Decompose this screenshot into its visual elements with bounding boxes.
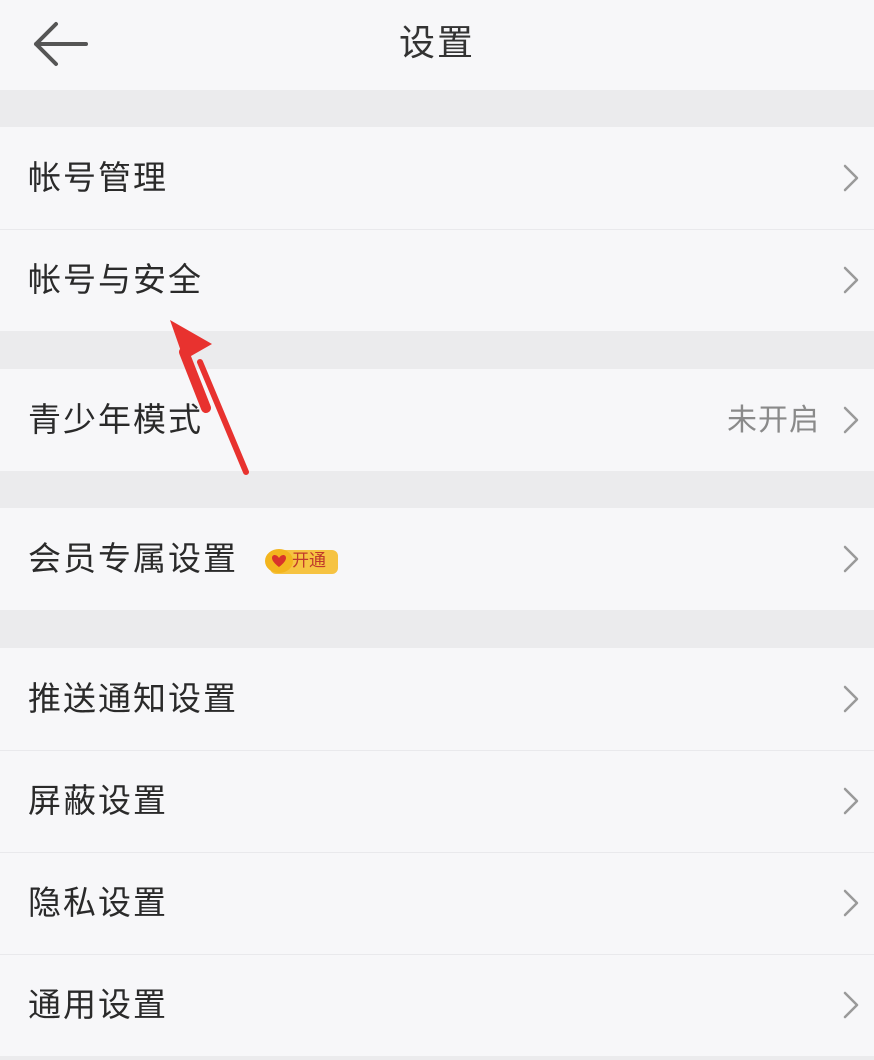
chevron-right-icon (842, 163, 860, 193)
chevron-right-icon (842, 786, 860, 816)
group-general: 推送通知设置 屏蔽设置 隐私设置 通用设置 (0, 648, 874, 1056)
group-vip: 会员专属设置 开通 (0, 508, 874, 610)
chevron-right-icon (842, 265, 860, 295)
settings-item-push-notifications[interactable]: 推送通知设置 (0, 648, 874, 750)
page-title: 设置 (398, 23, 475, 64)
settings-item-label: 青少年模式 (28, 400, 203, 439)
settings-item-label: 屏蔽设置 (28, 781, 168, 820)
settings-item-block[interactable]: 屏蔽设置 (0, 750, 874, 852)
vip-badge-label: 开通 (292, 551, 326, 571)
chevron-right-icon (842, 684, 860, 714)
chevron-right-icon (842, 405, 860, 435)
vip-badge: 开通 (262, 545, 340, 577)
settings-item-label: 通用设置 (28, 985, 168, 1024)
chevron-right-icon (842, 544, 860, 574)
youth-mode-status: 未开启 (727, 403, 820, 438)
settings-item-label: 帐号与安全 (28, 260, 203, 299)
group-account: 帐号管理 帐号与安全 (0, 127, 874, 331)
settings-item-label: 帐号管理 (28, 158, 168, 197)
chevron-right-icon (842, 990, 860, 1020)
settings-item-label: 隐私设置 (28, 883, 168, 922)
settings-item-vip[interactable]: 会员专属设置 开通 (0, 508, 874, 610)
settings-item-privacy[interactable]: 隐私设置 (0, 852, 874, 954)
settings-item-youth-mode[interactable]: 青少年模式 未开启 (0, 369, 874, 471)
settings-item-general[interactable]: 通用设置 (0, 954, 874, 1056)
chevron-right-icon (842, 888, 860, 918)
header-bar: 设置 (0, 0, 874, 90)
settings-screen: 设置 帐号管理 帐号与安全 青少年模式 未开启 会员专属设置 开通 推送通知设置… (0, 0, 874, 1060)
settings-item-label: 推送通知设置 (28, 679, 238, 718)
settings-item-label: 会员专属设置 (28, 539, 238, 578)
settings-item-account-security[interactable]: 帐号与安全 (0, 229, 874, 331)
settings-item-account-management[interactable]: 帐号管理 (0, 127, 874, 229)
group-youth: 青少年模式 未开启 (0, 369, 874, 471)
